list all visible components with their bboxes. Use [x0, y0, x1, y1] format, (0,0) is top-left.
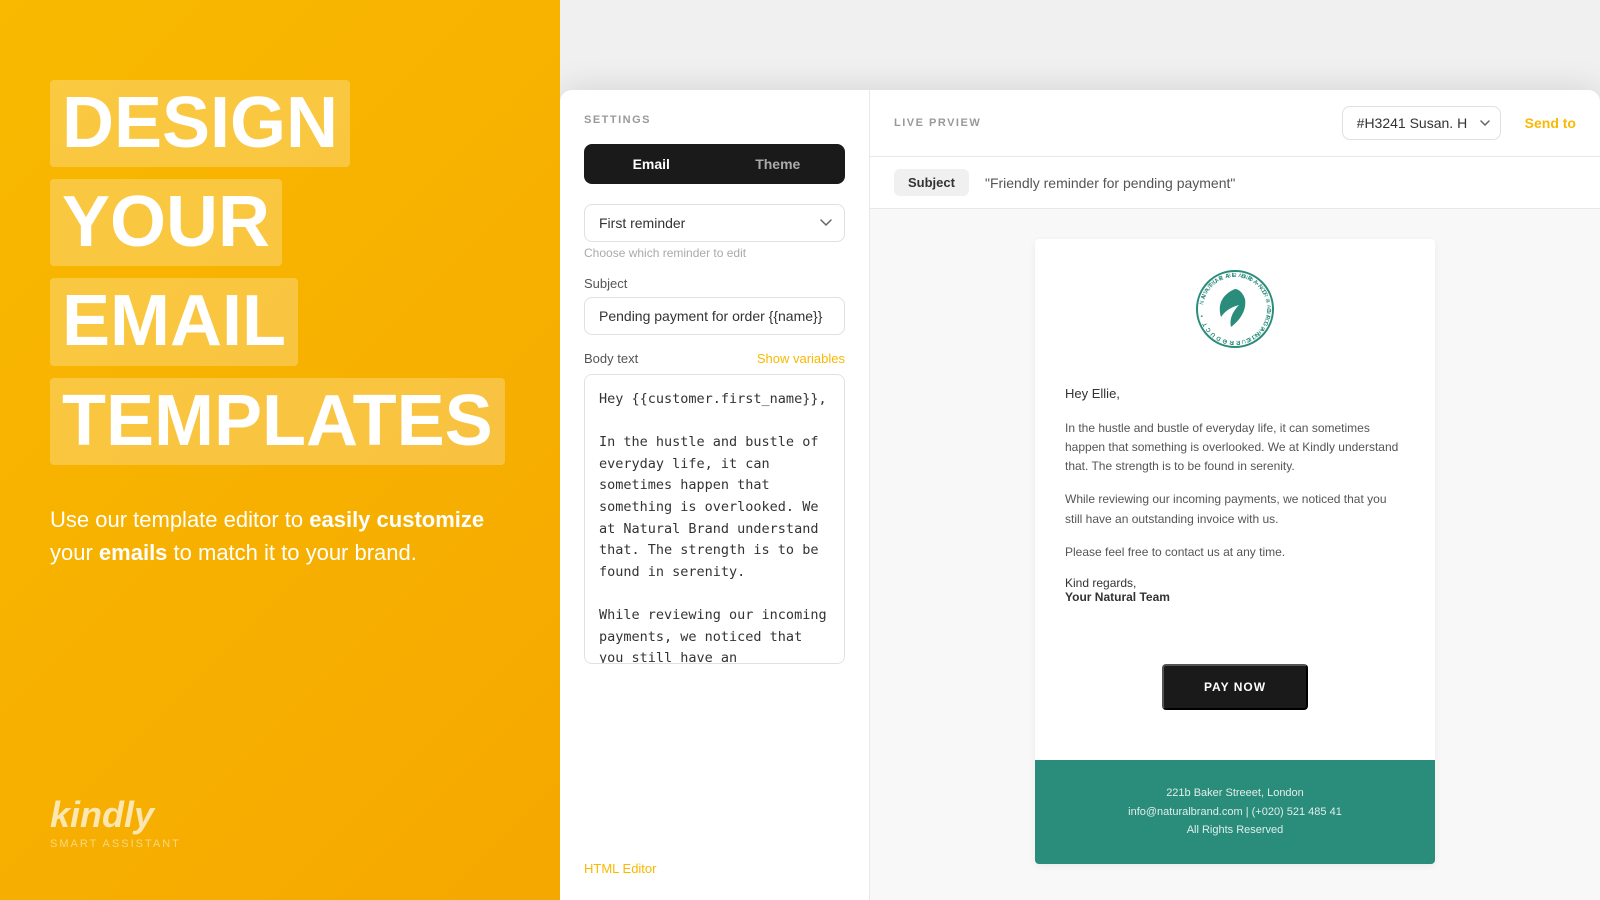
reminder-group: First reminder Choose which reminder to …	[584, 204, 845, 260]
body-textarea[interactable]: Hey {{customer.first_name}}, In the hust…	[584, 374, 845, 664]
footer-email: info@naturalbrand.com | (+020) 521 485 4…	[1055, 803, 1415, 822]
reminder-select[interactable]: First reminder	[584, 204, 845, 242]
hero-word-templates: TEMPLATES	[50, 378, 505, 465]
hero-line-2: YOUR EMAIL	[50, 179, 510, 371]
subject-group: Subject	[584, 276, 845, 335]
hero-text: DESIGN YOUR EMAIL TEMPLATES Use our temp…	[50, 80, 510, 569]
ticket-select[interactable]: #H3241 Susan. H	[1342, 106, 1501, 140]
body-text-header: Body text Show variables	[584, 351, 845, 366]
brand-logo: kindly smart assistant	[50, 794, 510, 850]
team-name: Your Natural Team	[1065, 590, 1405, 604]
subtitle-plain: Use our template editor to	[50, 507, 309, 532]
hero-line-1: DESIGN	[50, 80, 510, 173]
footer-address: 221b Baker Streeet, London	[1055, 784, 1415, 803]
brand-logo-icon: NATURAL BRAND • ORGANIC PRODUCT • NATURA…	[1195, 269, 1275, 349]
subject-input[interactable]	[584, 297, 845, 335]
subject-badge: Subject	[894, 169, 969, 196]
body-group: Body text Show variables Hey {{customer.…	[584, 351, 845, 829]
pay-now-button[interactable]: PAY NOW	[1162, 664, 1308, 710]
hero-word-email: EMAIL	[50, 278, 298, 365]
right-panel: SETTINGS Email Theme First reminder Choo…	[560, 0, 1600, 900]
email-greeting: Hey Ellie,	[1065, 384, 1405, 405]
subtitle-bold1: easily customize	[309, 507, 484, 532]
subject-label: Subject	[584, 276, 845, 291]
preview-header: LIVE PRVIEW #H3241 Susan. H Send to	[870, 90, 1600, 157]
preview-panel: LIVE PRVIEW #H3241 Susan. H Send to Subj…	[870, 90, 1600, 900]
email-preview-area: NATURAL BRAND • ORGANIC PRODUCT • NATURA…	[870, 209, 1600, 900]
settings-title: SETTINGS	[584, 114, 845, 126]
footer-rights: All Rights Reserved	[1055, 821, 1415, 840]
email-logo-area: NATURAL BRAND • ORGANIC PRODUCT • NATURA…	[1035, 239, 1435, 374]
subject-value: "Friendly reminder for pending payment"	[985, 175, 1235, 191]
sign-off-text: Kind regards,	[1065, 576, 1136, 590]
tab-theme[interactable]: Theme	[715, 148, 842, 180]
logo-text: kindly	[50, 794, 510, 836]
subtitle-mid: your	[50, 540, 99, 565]
email-signoff: Kind regards, Your Natural Team	[1065, 576, 1405, 604]
subtitle-end: to match it to your brand.	[167, 540, 416, 565]
email-para3: Please feel free to contact us at any ti…	[1065, 543, 1405, 562]
subtitle-bold2: emails	[99, 540, 168, 565]
email-card: NATURAL BRAND • ORGANIC PRODUCT • NATURA…	[1035, 239, 1435, 864]
settings-panel: SETTINGS Email Theme First reminder Choo…	[560, 90, 870, 900]
email-para1: In the hustle and bustle of everyday lif…	[1065, 419, 1405, 477]
tab-email[interactable]: Email	[588, 148, 715, 180]
logo-sub: smart assistant	[50, 838, 510, 850]
pay-now-container: PAY NOW	[1035, 634, 1435, 760]
left-panel: DESIGN YOUR EMAIL TEMPLATES Use our temp…	[0, 0, 560, 900]
hero-line-3: TEMPLATES	[50, 378, 510, 471]
hero-word-your: YOUR	[50, 179, 282, 266]
html-editor-link[interactable]: HTML Editor	[584, 845, 845, 876]
subject-bar: Subject "Friendly reminder for pending p…	[870, 157, 1600, 209]
email-para2: While reviewing our incoming payments, w…	[1065, 490, 1405, 528]
hero-subtitle: Use our template editor to easily custom…	[50, 503, 510, 569]
app-window: SETTINGS Email Theme First reminder Choo…	[560, 90, 1600, 900]
reminder-hint: Choose which reminder to edit	[584, 246, 845, 260]
email-footer: 221b Baker Streeet, London info@naturalb…	[1035, 760, 1435, 864]
preview-title: LIVE PRVIEW	[894, 117, 981, 129]
tab-group: Email Theme	[584, 144, 845, 184]
body-label: Body text	[584, 351, 638, 366]
hero-word-design: DESIGN	[50, 80, 350, 167]
send-button[interactable]: Send to	[1525, 115, 1576, 131]
show-variables-link[interactable]: Show variables	[757, 351, 845, 366]
email-body: Hey Ellie, In the hustle and bustle of e…	[1035, 374, 1435, 634]
